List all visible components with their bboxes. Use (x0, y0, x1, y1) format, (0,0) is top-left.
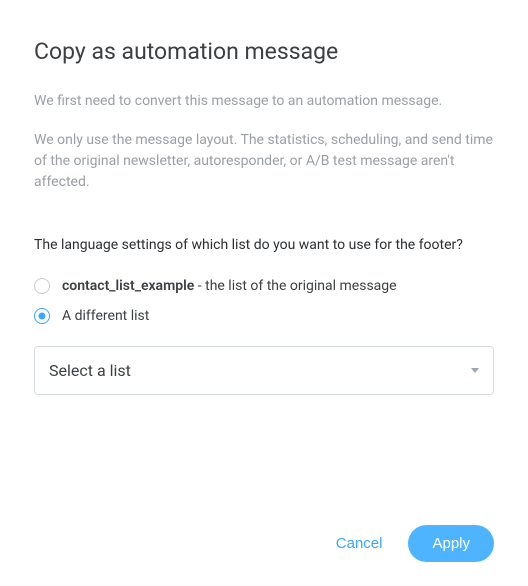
chevron-down-icon (471, 365, 479, 376)
dialog-footer: Cancel Apply (34, 525, 494, 562)
radio-icon (34, 308, 50, 324)
radio-label-original: contact_list_example - the list of the o… (62, 278, 397, 294)
list-language-question: The language settings of which list do y… (34, 235, 494, 256)
radio-label-different: A different list (62, 308, 149, 324)
spacer (34, 395, 494, 509)
description-paragraph-1: We first need to convert this message to… (34, 91, 494, 112)
radio-icon (34, 278, 50, 294)
original-list-name: contact_list_example (62, 278, 194, 294)
list-select[interactable]: Select a list (34, 346, 494, 395)
radio-option-different-list[interactable]: A different list (34, 308, 494, 324)
original-list-suffix: - the list of the original message (194, 278, 396, 294)
cancel-button[interactable]: Cancel (332, 527, 387, 560)
apply-button[interactable]: Apply (408, 525, 494, 562)
dialog-title: Copy as automation message (34, 38, 494, 65)
description-paragraph-2: We only use the message layout. The stat… (34, 130, 494, 193)
select-placeholder: Select a list (49, 361, 131, 380)
list-select-wrapper: Select a list (34, 346, 494, 395)
radio-option-original-list[interactable]: contact_list_example - the list of the o… (34, 278, 494, 294)
